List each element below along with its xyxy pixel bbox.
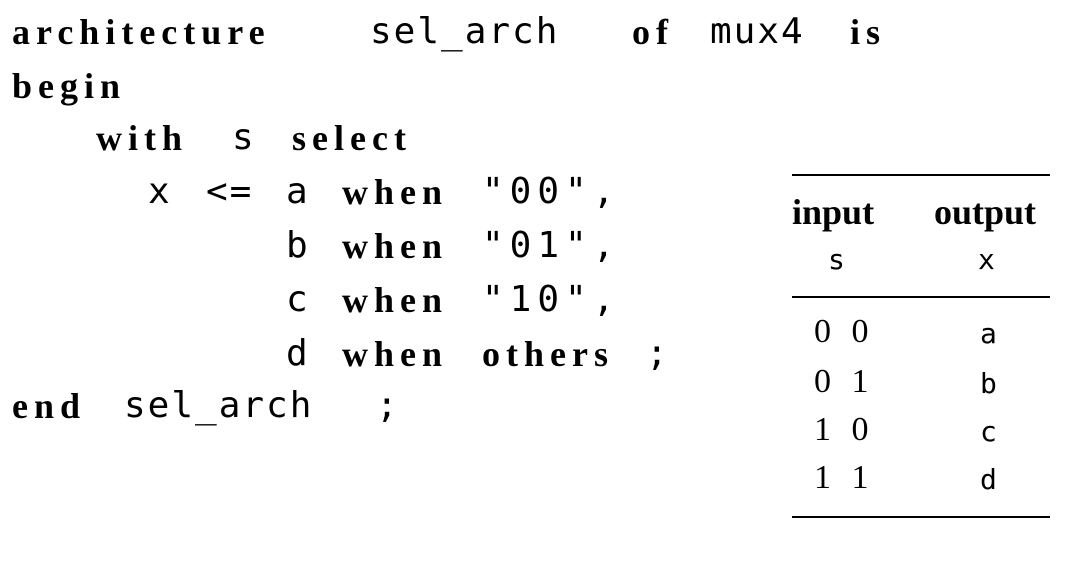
table-cell-output: d — [980, 463, 997, 496]
header-output-signal: x — [978, 243, 995, 276]
table-cell-output: b — [980, 367, 997, 400]
keyword-when: when — [342, 280, 449, 320]
table-cell-input: 0 0 — [814, 313, 875, 350]
table-cell-input: 1 0 — [814, 411, 875, 448]
select-value: "00", — [482, 171, 621, 212]
keyword-when: when — [342, 226, 449, 266]
keyword-with: with — [96, 118, 189, 158]
architecture-name: sel_arch — [370, 11, 560, 52]
entity-name: mux4 — [710, 11, 805, 52]
vhdl-code-listing: architecture sel_arch of mux4 is begin w… — [0, 0, 880, 548]
keyword-select: select — [292, 118, 412, 158]
truth-table: input output s x 0 0 a 0 1 b 1 0 c 1 1 d — [792, 174, 1050, 522]
choice-d: d — [286, 333, 310, 374]
header-output-label: output — [934, 192, 1037, 232]
code-line-assign-d: d when others ; — [286, 333, 668, 574]
code-line-with-select: with s select — [96, 118, 406, 318]
keyword-others: others — [482, 334, 614, 374]
code-line-begin: begin — [12, 66, 120, 186]
table-top-rule — [792, 174, 1050, 176]
select-value: "10", — [482, 279, 621, 320]
statement-terminator: ; — [376, 385, 400, 426]
choice-c: c — [286, 279, 310, 320]
keyword-when: when — [342, 334, 449, 374]
choice-a: a — [286, 171, 310, 212]
code-line-end: end sel_arch ; — [12, 386, 398, 586]
assign-operator: <= — [206, 171, 254, 212]
select-signal: s — [232, 117, 256, 158]
table-cell-output: c — [980, 415, 997, 448]
table-cell-input: 1 1 — [814, 459, 875, 496]
keyword-begin: begin — [12, 66, 127, 106]
keyword-of: of — [632, 12, 674, 52]
architecture-name: sel_arch — [124, 385, 314, 426]
assign-target: x — [148, 171, 172, 212]
select-value: "01", — [482, 225, 621, 266]
header-input-label: input — [792, 192, 875, 232]
keyword-architecture: architecture — [12, 12, 271, 52]
table-bottom-rule — [792, 516, 1050, 518]
table-header-rule — [792, 296, 1050, 298]
keyword-when: when — [342, 172, 449, 212]
header-input-signal: s — [828, 243, 845, 276]
keyword-is: is — [850, 12, 887, 52]
choice-b: b — [286, 225, 310, 266]
keyword-end: end — [12, 386, 87, 426]
table-cell-input: 0 1 — [814, 363, 875, 400]
table-cell-output: a — [980, 317, 997, 350]
statement-terminator: ; — [646, 333, 670, 374]
